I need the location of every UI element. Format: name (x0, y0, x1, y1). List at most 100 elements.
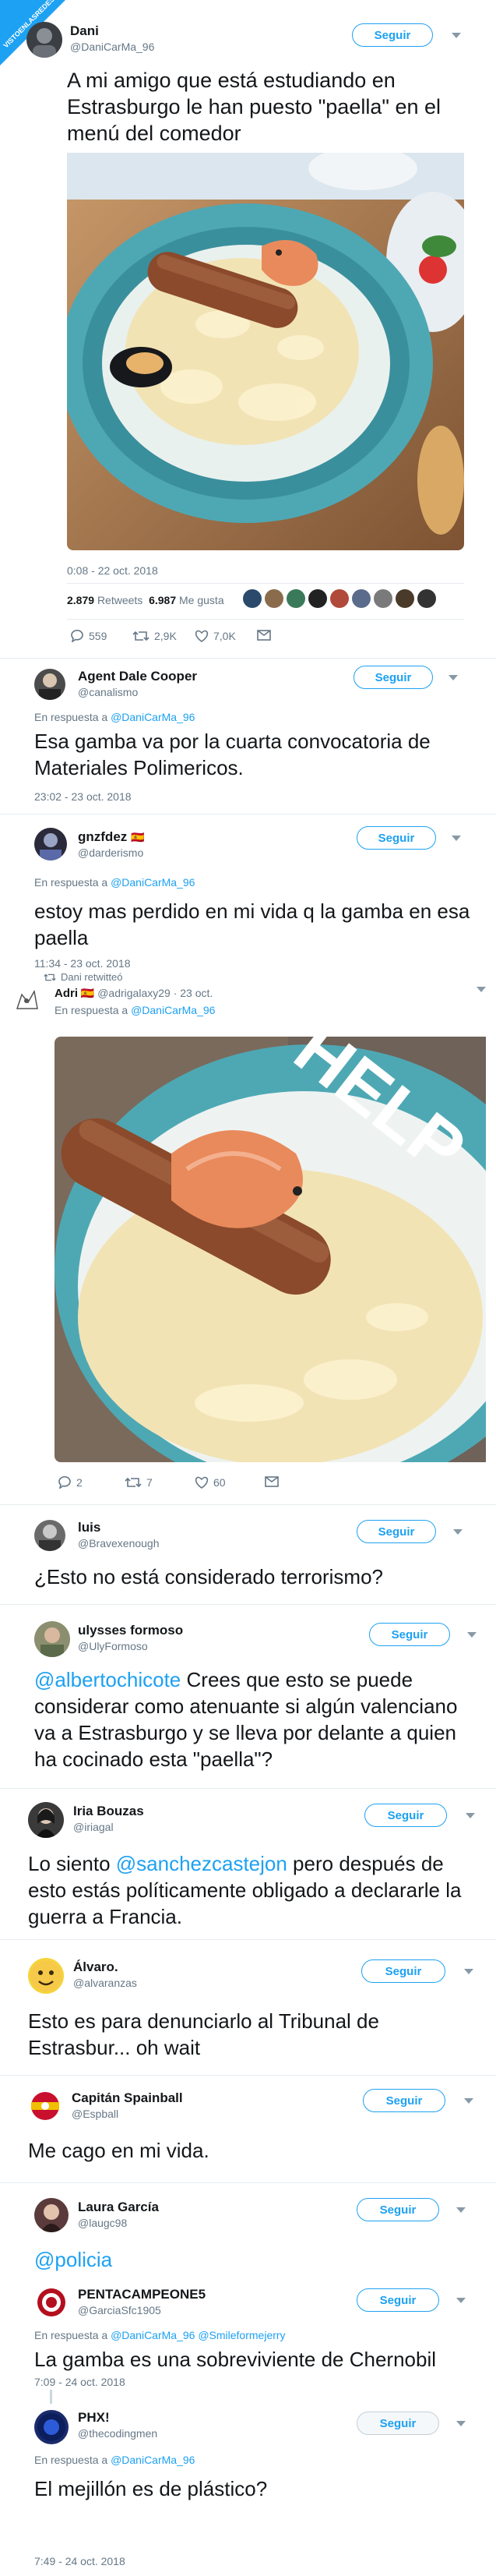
author-handle[interactable]: @GarciaSfc1905 (78, 2304, 161, 2316)
follow-button[interactable]: Seguir (357, 826, 436, 850)
tweet-image[interactable]: HELP (55, 1037, 486, 1462)
reply-mention[interactable]: @DaniCarMa_96 @Smileformejerry (111, 2329, 286, 2341)
retweet-icon (44, 973, 56, 981)
follow-button[interactable]: Seguir (369, 1623, 450, 1646)
tweet-date[interactable]: · 23 oct. (174, 987, 213, 999)
follow-button[interactable]: Seguir (357, 1520, 436, 1543)
follow-button[interactable]: Seguir (357, 2412, 439, 2435)
author-name[interactable]: Dani (70, 23, 99, 39)
tweet-text: Esa gamba va por la cuarta convocatoria … (34, 730, 431, 779)
follow-button[interactable]: Seguir (354, 666, 433, 689)
like-action-count: 7,0K (213, 630, 236, 642)
mention-link[interactable]: @albertochicote (34, 1668, 181, 1691)
retweet-icon[interactable] (132, 630, 150, 642)
chevron-down-icon[interactable] (456, 2207, 466, 2213)
tweet-timestamp[interactable]: 7:09 - 24 oct. 2018 (34, 2376, 125, 2388)
author-handle[interactable]: @DaniCarMa_96 (70, 41, 154, 53)
author-handle[interactable]: @thecodingmen (78, 2427, 157, 2440)
follow-button[interactable]: Seguir (357, 2198, 439, 2221)
tweet-text: estoy mas perdido en mi vida q la gamba … (34, 899, 470, 949)
retweet-label[interactable]: Retweets (97, 594, 142, 606)
author-name[interactable]: luis (78, 1520, 100, 1535)
author-name[interactable]: ulysses formoso (78, 1623, 183, 1638)
author-handle[interactable]: @alvaranzas (73, 1977, 137, 1989)
author-name[interactable]: Capitán Spainball (72, 2090, 183, 2106)
reply-mention[interactable]: @DaniCarMa_96 (111, 2454, 195, 2466)
author-handle[interactable]: @darderismo (78, 846, 143, 859)
author-name[interactable]: gnzfdez 🇪🇸 (78, 829, 144, 845)
retweet-icon[interactable] (125, 1476, 142, 1489)
chevron-down-icon[interactable] (464, 1969, 473, 1974)
reply-mention[interactable]: @DaniCarMa_96 (131, 1004, 215, 1016)
author-handle[interactable]: @UlyFormoso (78, 1640, 148, 1652)
avatar[interactable] (28, 1958, 64, 1994)
author-handle[interactable]: @laugc98 (78, 2217, 127, 2229)
heart-icon[interactable] (195, 1476, 209, 1489)
author-handle[interactable]: @iriagal (73, 1821, 114, 1833)
follow-button[interactable]: Seguir (364, 1804, 447, 1827)
chevron-down-icon[interactable] (456, 2298, 466, 2303)
author-name[interactable]: Iria Bouzas (73, 1804, 144, 1819)
tweet-timestamp[interactable]: 23:02 - 23 oct. 2018 (34, 790, 132, 803)
chevron-down-icon[interactable] (466, 1813, 475, 1818)
retweet-count[interactable]: 2.879 (67, 594, 94, 606)
avatar[interactable] (26, 22, 62, 58)
like-action[interactable]: 7,0K (195, 630, 236, 642)
avatar[interactable] (34, 2285, 69, 2320)
chevron-down-icon[interactable] (452, 33, 461, 38)
follow-button[interactable]: Seguir (361, 1959, 445, 1983)
chevron-down-icon[interactable] (453, 1529, 463, 1535)
author-name[interactable]: PENTACAMPEONE5 (78, 2287, 206, 2302)
author-handle[interactable]: @Bravexenough (78, 1537, 160, 1549)
follow-button[interactable]: Seguir (352, 23, 433, 47)
likers-avatars[interactable] (243, 589, 436, 608)
follow-button[interactable]: Seguir (357, 2288, 439, 2312)
reply-icon[interactable] (70, 630, 84, 642)
author-name[interactable]: PHX! (78, 2410, 110, 2426)
author-handle[interactable]: @canalismo (78, 686, 138, 698)
dm-action[interactable] (265, 1476, 279, 1487)
author-name[interactable]: Adri (55, 987, 78, 1000)
chevron-down-icon[interactable] (452, 836, 461, 841)
tweet-timestamp[interactable]: 11:34 - 23 oct. 2018 (34, 957, 131, 970)
tweet-timestamp[interactable]: 0:08 - 22 oct. 2018 (67, 564, 158, 577)
dm-action[interactable] (257, 630, 271, 641)
mention-link[interactable]: @policia (34, 2248, 112, 2271)
mail-icon[interactable] (265, 1476, 279, 1487)
author-name[interactable]: Álvaro. (73, 1959, 118, 1975)
author-handle[interactable]: @Espball (72, 2108, 118, 2120)
mention-link[interactable]: @sanchezcastejon (116, 1852, 287, 1875)
heart-icon[interactable] (195, 630, 209, 642)
reply-mention[interactable]: @DaniCarMa_96 (111, 711, 195, 723)
reply-icon[interactable] (58, 1476, 72, 1489)
follow-button[interactable]: Seguir (363, 2089, 445, 2112)
like-action[interactable]: 60 (195, 1476, 226, 1489)
chevron-down-icon[interactable] (449, 675, 458, 680)
avatar[interactable] (34, 1621, 70, 1657)
avatar[interactable] (34, 2410, 69, 2444)
retweet-action[interactable]: 2,9K (132, 630, 177, 642)
author-handle[interactable]: @adrigalaxy29 (97, 987, 171, 999)
author-name[interactable]: Laura García (78, 2200, 159, 2215)
avatar[interactable] (34, 669, 65, 700)
reply-action[interactable]: 559 (70, 630, 107, 642)
chevron-down-icon[interactable] (467, 1632, 477, 1638)
reply-action[interactable]: 2 (58, 1476, 83, 1489)
chevron-down-icon[interactable] (456, 2421, 466, 2426)
mail-icon[interactable] (257, 630, 271, 641)
like-label[interactable]: Me gusta (179, 594, 224, 606)
avatar[interactable] (28, 2089, 62, 2123)
reply-mention[interactable]: @DaniCarMa_96 (111, 876, 195, 889)
avatar[interactable] (34, 828, 67, 860)
avatar[interactable] (34, 2198, 69, 2232)
tweet-image[interactable] (67, 153, 464, 550)
tweet-timestamp[interactable]: 7:49 - 24 oct. 2018 (34, 2555, 125, 2567)
avatar[interactable] (28, 1802, 64, 1838)
author-name[interactable]: Agent Dale Cooper (78, 669, 197, 684)
avatar[interactable] (11, 985, 42, 1019)
avatar[interactable] (34, 1520, 65, 1551)
chevron-down-icon[interactable] (464, 2098, 473, 2104)
chevron-down-icon[interactable] (477, 987, 486, 992)
like-count[interactable]: 6.987 (149, 594, 176, 606)
retweet-action[interactable]: 7 (125, 1476, 153, 1489)
